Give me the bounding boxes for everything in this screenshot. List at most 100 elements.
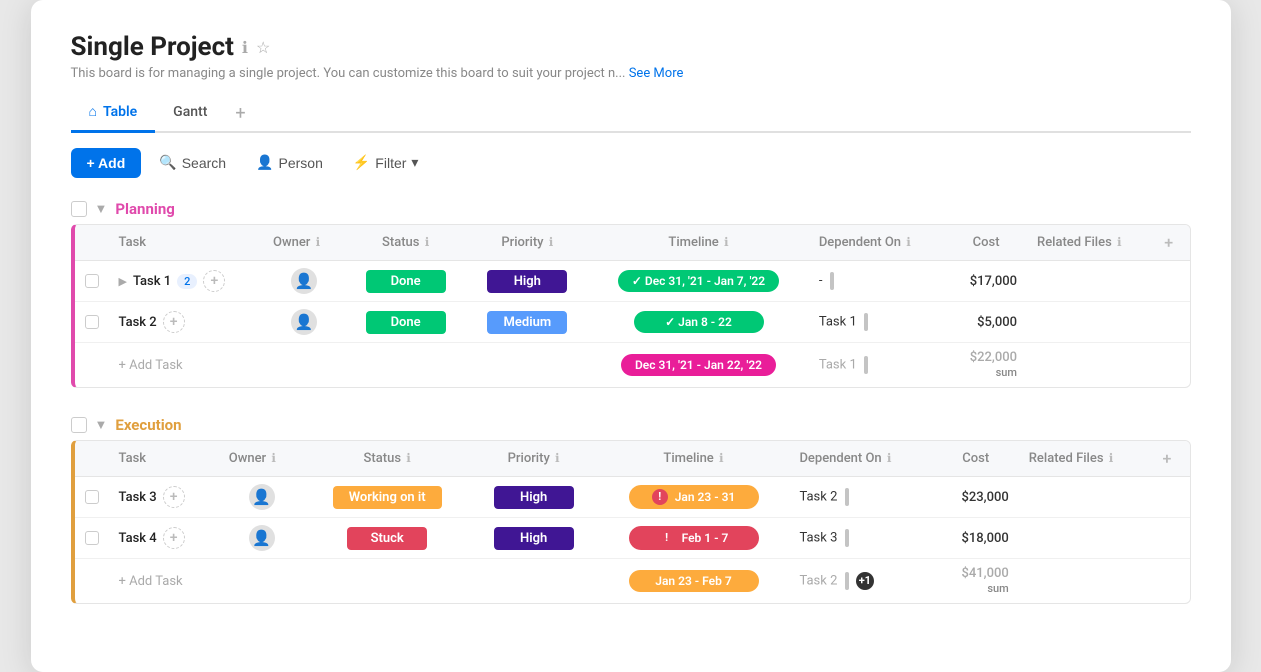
add-button[interactable]: + Add xyxy=(71,148,142,178)
dependent-value: Task 1 xyxy=(819,314,857,329)
row-checkbox[interactable] xyxy=(85,490,99,504)
tab-table[interactable]: ⌂ Table xyxy=(71,95,156,133)
timeline-badge: ✓ Jan 8 - 22 xyxy=(634,311,764,333)
add-member-icon[interactable]: + xyxy=(163,486,185,508)
execution-header: ▼ Execution xyxy=(71,416,1191,434)
execution-table: Task Owner ℹ Status ℹ Priority ℹ Timelin… xyxy=(75,441,1190,603)
col-task-exec: Task xyxy=(109,441,219,477)
status-cell[interactable]: Stuck xyxy=(305,518,470,559)
col-status-planning: Status ℹ xyxy=(345,225,467,261)
col-task-planning: Task xyxy=(109,225,263,261)
timeline-cell[interactable]: ! Jan 23 - 31 xyxy=(598,477,790,518)
add-task-label[interactable]: + Add Task xyxy=(109,559,219,604)
sum-label: sum xyxy=(987,582,1008,595)
col-related-planning: Related Files ℹ xyxy=(1027,225,1154,261)
avatar: 👤 xyxy=(291,309,317,335)
col-add-exec[interactable]: + xyxy=(1152,441,1189,477)
col-cost-planning: Cost xyxy=(945,225,1027,261)
owner-info-icon[interactable]: ℹ xyxy=(316,235,321,249)
row-checkbox[interactable] xyxy=(85,315,99,329)
info-icon[interactable]: ℹ xyxy=(242,38,248,57)
status-cell[interactable]: Done xyxy=(345,302,467,343)
sum-timeline-badge: Dec 31, '21 - Jan 22, '22 xyxy=(621,354,776,376)
dep-bar xyxy=(845,529,849,547)
timeline-badge: ! Feb 1 - 7 xyxy=(629,526,759,550)
add-member-icon[interactable]: + xyxy=(163,311,185,333)
add-tab-button[interactable]: + xyxy=(225,97,255,130)
dep-bar xyxy=(830,272,834,290)
timeline-cell[interactable]: ✓ Dec 31, '21 - Jan 7, '22 xyxy=(588,261,809,302)
priority-cell[interactable]: High xyxy=(470,477,598,518)
tab-gantt[interactable]: Gantt xyxy=(155,96,225,133)
execution-table-wrap: Task Owner ℹ Status ℹ Priority ℹ Timelin… xyxy=(71,440,1191,604)
sum-timeline-badge: Jan 23 - Feb 7 xyxy=(629,570,759,592)
priority-info-icon[interactable]: ℹ xyxy=(555,451,560,465)
timeline-cell[interactable]: ! Feb 1 - 7 xyxy=(598,518,790,559)
timeline-info-icon[interactable]: ℹ xyxy=(724,235,729,249)
search-button[interactable]: 🔍 Search xyxy=(147,147,238,178)
expand-icon[interactable]: ▶ xyxy=(119,275,127,288)
see-more-link[interactable]: See More xyxy=(629,66,684,81)
timeline-cell[interactable]: ✓ Jan 8 - 22 xyxy=(588,302,809,343)
timeline-info-icon[interactable]: ℹ xyxy=(719,451,724,465)
row-checkbox[interactable] xyxy=(85,531,99,545)
row-checkbox[interactable] xyxy=(85,274,99,288)
col-priority-exec: Priority ℹ xyxy=(470,441,598,477)
priority-badge: High xyxy=(487,270,567,293)
related-cell xyxy=(1027,302,1154,343)
priority-badge: Medium xyxy=(487,311,567,334)
status-cell[interactable]: Working on it xyxy=(305,477,470,518)
person-icon: 👤 xyxy=(256,154,273,171)
status-info-icon[interactable]: ℹ xyxy=(425,235,430,249)
add-member-icon[interactable]: + xyxy=(163,527,185,549)
dependent-cell: Task 2 xyxy=(789,477,932,518)
planning-title: Planning xyxy=(115,200,174,218)
main-window: Single Project ℹ ☆ This board is for man… xyxy=(31,0,1231,672)
col-timeline-exec: Timeline ℹ xyxy=(598,441,790,477)
priority-cell[interactable]: High xyxy=(466,261,588,302)
sum-timeline-cell: Dec 31, '21 - Jan 22, '22 xyxy=(588,343,809,388)
col-status-exec: Status ℹ xyxy=(305,441,470,477)
chevron-down-icon: ▾ xyxy=(411,154,418,171)
execution-chevron[interactable]: ▼ xyxy=(95,417,108,433)
table-row: Task 2 + 👤 Done Medium xyxy=(75,302,1190,343)
col-dependent-planning: Dependent On ℹ xyxy=(809,225,945,261)
priority-info-icon[interactable]: ℹ xyxy=(549,235,554,249)
dependent-info-icon[interactable]: ℹ xyxy=(906,235,911,249)
owner-cell: 👤 xyxy=(263,261,345,302)
star-icon[interactable]: ☆ xyxy=(256,38,270,57)
avatar: 👤 xyxy=(291,268,317,294)
sum-dependent-cell: Task 2 +1 xyxy=(789,559,932,604)
planning-table: Task Owner ℹ Status ℹ Priority ℹ Timelin… xyxy=(75,225,1190,387)
status-cell[interactable]: Done xyxy=(345,261,467,302)
add-task-row[interactable]: + Add Task Dec 31, '21 - Jan 22, '22 Tas… xyxy=(75,343,1190,388)
add-task-label[interactable]: + Add Task xyxy=(109,343,263,388)
dependent-info-icon[interactable]: ℹ xyxy=(887,451,892,465)
add-member-icon[interactable]: + xyxy=(203,270,225,292)
status-info-icon[interactable]: ℹ xyxy=(406,451,411,465)
page-description: This board is for managing a single proj… xyxy=(71,66,1191,81)
filter-button[interactable]: ⚡ Filter ▾ xyxy=(341,147,431,178)
related-info-icon[interactable]: ℹ xyxy=(1109,451,1114,465)
cost-cell: $18,000 xyxy=(933,518,1019,559)
priority-cell[interactable]: Medium xyxy=(466,302,588,343)
execution-checkbox[interactable] xyxy=(71,417,87,433)
tabs-bar: ⌂ Table Gantt + xyxy=(71,95,1191,133)
status-badge: Done xyxy=(366,270,446,293)
col-priority-planning: Priority ℹ xyxy=(466,225,588,261)
planning-chevron[interactable]: ▼ xyxy=(95,201,108,217)
cost-cell: $17,000 xyxy=(945,261,1027,302)
owner-info-icon[interactable]: ℹ xyxy=(271,451,276,465)
owner-cell: 👤 xyxy=(263,302,345,343)
person-button[interactable]: 👤 Person xyxy=(244,147,335,178)
dep-bar xyxy=(845,488,849,506)
sum-label: sum xyxy=(996,366,1017,379)
col-add-planning[interactable]: + xyxy=(1154,225,1189,261)
planning-checkbox[interactable] xyxy=(71,201,87,217)
dependent-plus-badge: +1 xyxy=(856,572,874,590)
related-info-icon[interactable]: ℹ xyxy=(1117,235,1122,249)
priority-cell[interactable]: High xyxy=(470,518,598,559)
priority-badge: High xyxy=(494,527,574,550)
dependent-cell: Task 1 xyxy=(809,302,945,343)
add-task-row[interactable]: + Add Task Jan 23 - Feb 7 Task 2 +1 xyxy=(75,559,1190,604)
